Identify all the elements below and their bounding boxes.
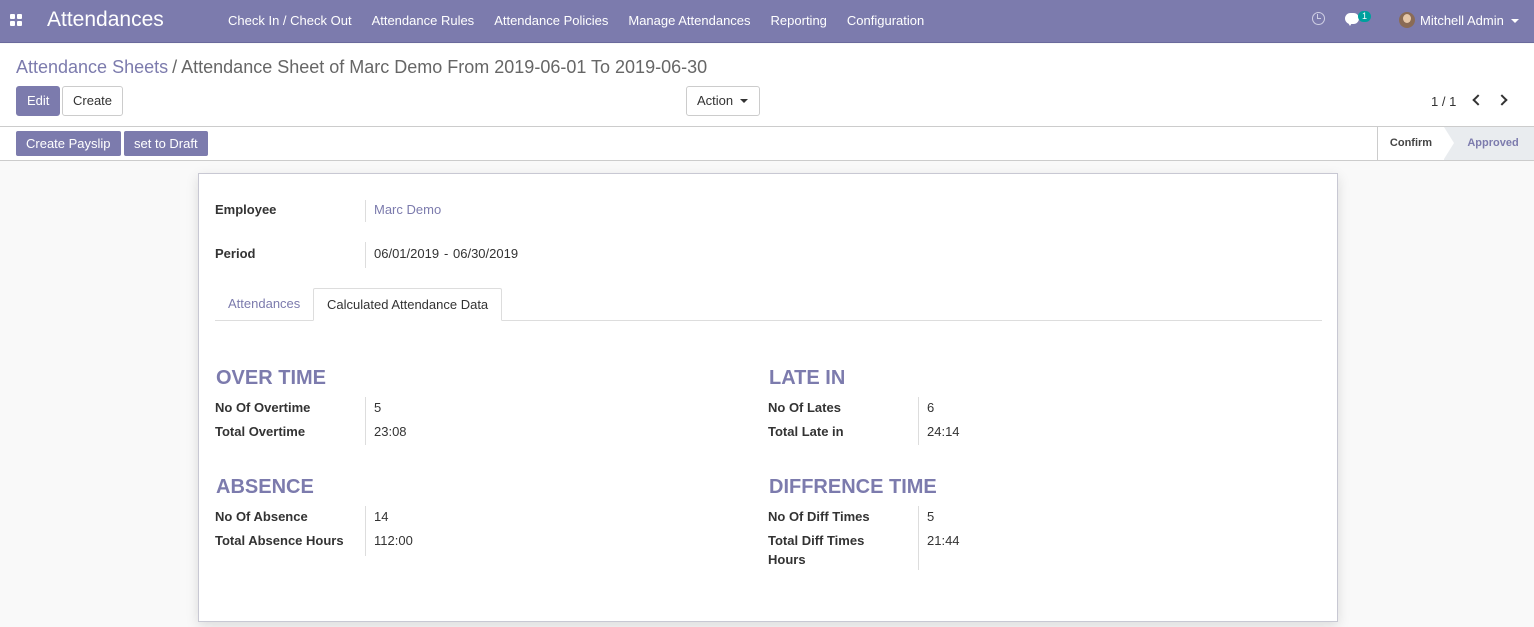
late-total-label: Total Late in bbox=[768, 424, 844, 439]
pager-value[interactable]: 1 / 1 bbox=[1431, 94, 1456, 109]
absence-count-label: No Of Absence bbox=[215, 509, 308, 524]
overtime-total-value: 23:08 bbox=[374, 424, 407, 439]
main-menu: Check In / Check Out Attendance Rules At… bbox=[218, 13, 934, 28]
menu-item-attendance-rules[interactable]: Attendance Rules bbox=[372, 13, 475, 28]
diff-count-value: 5 bbox=[927, 509, 935, 524]
pager-next-icon[interactable] bbox=[1496, 94, 1508, 106]
stage-confirm[interactable]: Confirm bbox=[1377, 127, 1444, 160]
late-in-section-title: LATE IN bbox=[769, 367, 846, 389]
tab-calculated-attendance-data[interactable]: Calculated Attendance Data bbox=[313, 288, 503, 321]
period-start-value: 06/01/2019 bbox=[374, 246, 440, 261]
employee-label: Employee bbox=[215, 202, 277, 217]
action-label: Action bbox=[697, 93, 734, 108]
overtime-total-label: Total Overtime bbox=[215, 424, 306, 439]
user-avatar[interactable] bbox=[1399, 12, 1415, 28]
create-button[interactable]: Create bbox=[62, 86, 124, 116]
field-divider bbox=[918, 506, 919, 570]
field-divider bbox=[918, 397, 919, 445]
field-divider bbox=[365, 200, 366, 222]
breadcrumb-separator: / bbox=[172, 57, 178, 77]
messaging-chat-icon[interactable] bbox=[1345, 13, 1359, 26]
breadcrumb-current-record: Attendance Sheet of Marc Demo From 2019-… bbox=[181, 57, 708, 77]
control-panel: Attendance Sheets / Attendance Sheet of Ma… bbox=[0, 44, 1534, 127]
overtime-section-title: OVER TIME bbox=[216, 367, 327, 389]
diff-total-value: 21:44 bbox=[927, 533, 960, 548]
stage-arrow-divider bbox=[1444, 127, 1454, 159]
top-navbar: Attendances Check In / Check Out Attenda… bbox=[0, 0, 1534, 43]
app-title: Attendances bbox=[47, 8, 164, 31]
pager-previous-icon[interactable] bbox=[1472, 94, 1484, 106]
menu-item-reporting[interactable]: Reporting bbox=[771, 13, 827, 28]
chat-counter-badge: 1 bbox=[1358, 11, 1372, 22]
diff-count-label: No Of Diff Times bbox=[768, 509, 870, 524]
overtime-count-value: 5 bbox=[374, 400, 382, 415]
create-payslip-button[interactable]: Create Payslip bbox=[16, 131, 121, 156]
field-divider bbox=[365, 242, 366, 268]
action-dropdown-button[interactable]: Action bbox=[686, 86, 761, 116]
menu-item-manage-attendances[interactable]: Manage Attendances bbox=[628, 13, 750, 28]
form-sheet: Employee Marc Demo Period 06/01/2019 - 0… bbox=[198, 173, 1338, 622]
absence-total-value: 112:00 bbox=[374, 533, 413, 548]
apps-menu-icon[interactable] bbox=[10, 14, 23, 27]
menu-item-attendance-policies[interactable]: Attendance Policies bbox=[494, 13, 608, 28]
field-divider bbox=[365, 397, 366, 445]
late-count-value: 6 bbox=[927, 400, 935, 415]
difference-time-section-title: DIFFRENCE TIME bbox=[769, 476, 937, 498]
form-statusbar: Create Payslip set to Draft Confirm Appr… bbox=[0, 127, 1534, 161]
absence-total-label: Total Absence Hours bbox=[215, 533, 344, 548]
employee-value-link[interactable]: Marc Demo bbox=[374, 202, 441, 217]
tab-attendances[interactable]: Attendances bbox=[215, 288, 313, 321]
absence-section-title: ABSENCE bbox=[216, 476, 314, 498]
breadcrumb-attendance-sheets[interactable]: Attendance Sheets bbox=[16, 57, 168, 77]
menu-item-check-in-out[interactable]: Check In / Check Out bbox=[228, 13, 352, 28]
period-separator: - bbox=[444, 246, 449, 261]
late-count-label: No Of Lates bbox=[768, 400, 841, 415]
set-to-draft-button[interactable]: set to Draft bbox=[124, 131, 208, 156]
menu-item-configuration[interactable]: Configuration bbox=[847, 13, 924, 28]
user-menu-name[interactable]: Mitchell Admin bbox=[1420, 13, 1504, 28]
caret-down-icon bbox=[740, 99, 749, 103]
late-total-value: 24:14 bbox=[927, 424, 960, 439]
overtime-count-label: No Of Overtime bbox=[215, 400, 311, 415]
user-menu-caret-icon[interactable] bbox=[1511, 19, 1519, 23]
breadcrumb: Attendance Sheets / Attendance Sheet of Ma… bbox=[16, 57, 707, 78]
period-label: Period bbox=[215, 246, 256, 261]
period-end-value: 06/30/2019 bbox=[453, 246, 519, 261]
absence-count-value: 14 bbox=[374, 509, 389, 524]
stage-approved[interactable]: Approved bbox=[1444, 127, 1534, 160]
edit-button[interactable]: Edit bbox=[16, 86, 61, 116]
notebook-tabs: Attendances Calculated Attendance Data bbox=[215, 288, 1322, 321]
activity-clock-icon[interactable] bbox=[1312, 12, 1325, 25]
diff-total-label-line2: Hours bbox=[768, 552, 806, 567]
field-divider bbox=[365, 506, 366, 556]
diff-total-label: Total Diff Times bbox=[768, 533, 865, 548]
